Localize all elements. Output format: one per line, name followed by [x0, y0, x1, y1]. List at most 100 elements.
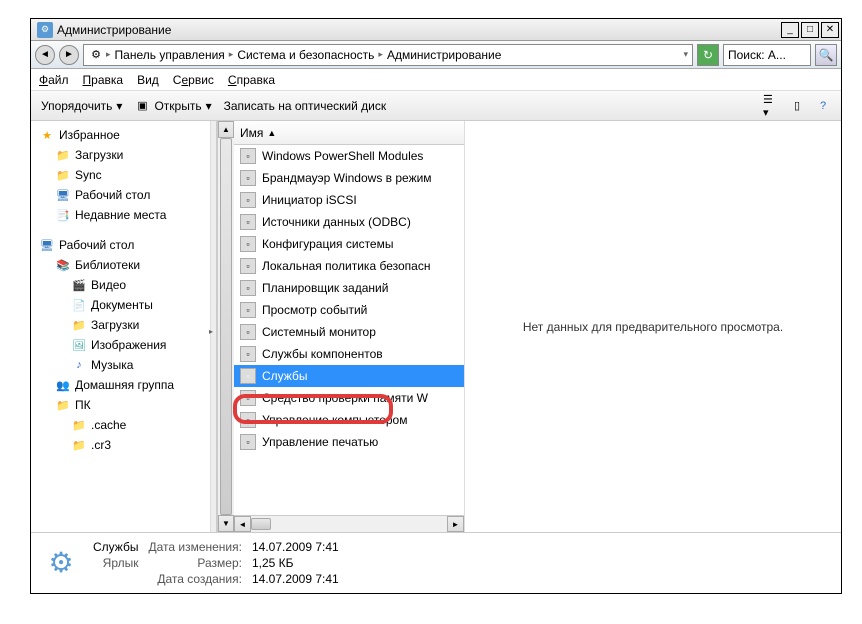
shortcut-icon: ▫: [240, 170, 256, 186]
column-header-name[interactable]: Имя ▲: [234, 121, 464, 145]
back-button[interactable]: ◄: [35, 45, 55, 65]
libraries-icon: 📚: [55, 257, 71, 273]
horizontal-scrollbar[interactable]: ◄ ►: [234, 515, 464, 532]
views-icon[interactable]: ☰ ▾: [763, 98, 779, 114]
sidebar-desktop-root[interactable]: 🖥Рабочий стол: [31, 235, 210, 255]
item-label: Службы: [262, 369, 307, 383]
sidebar-music[interactable]: ♪Музыка: [31, 355, 210, 375]
list-item[interactable]: ▫Инициатор iSCSI: [234, 189, 464, 211]
sidebar-pc[interactable]: 📁ПК: [31, 395, 210, 415]
scroll-down-icon[interactable]: ▼: [218, 515, 234, 532]
shortcut-icon: ▫: [240, 280, 256, 296]
menubar: Файл Правка Вид Сервис Справка: [31, 69, 841, 91]
breadcrumb-item[interactable]: Администрирование: [385, 48, 503, 62]
list-item[interactable]: ▫Управление компьютером: [234, 409, 464, 431]
open-button[interactable]: ▣Открыть ▾: [134, 98, 211, 114]
sidebar-desktop[interactable]: 🖥Рабочий стол: [31, 185, 210, 205]
hscroll-thumb[interactable]: [251, 518, 271, 530]
item-label: Просмотр событий: [262, 303, 367, 317]
created-value: 14.07.2009 7:41: [252, 572, 339, 586]
sidebar-pictures[interactable]: 🖼Изображения: [31, 335, 210, 355]
organize-button[interactable]: Упорядочить ▾: [41, 99, 122, 113]
pictures-icon: 🖼: [71, 337, 87, 353]
folder-icon: 📁: [55, 167, 71, 183]
forward-button[interactable]: ►: [59, 45, 79, 65]
maximize-button[interactable]: □: [801, 22, 819, 38]
toolbar: Упорядочить ▾ ▣Открыть ▾ Записать на опт…: [31, 91, 841, 121]
shortcut-icon: ▫: [240, 412, 256, 428]
list-item[interactable]: ▫ Просмотр событий: [234, 299, 464, 321]
sidebar-recent[interactable]: 📑Недавние места: [31, 205, 210, 225]
list-item[interactable]: ▫ Службы компонентов: [234, 343, 464, 365]
scroll-left-icon[interactable]: ◄: [234, 516, 251, 532]
sidebar-libraries[interactable]: 📚Библиотеки: [31, 255, 210, 275]
scroll-right-icon[interactable]: ►: [447, 516, 464, 532]
sidebar-videos[interactable]: 🎬Видео: [31, 275, 210, 295]
list-item[interactable]: ▫Брандмауэр Windows в режим: [234, 167, 464, 189]
list-item[interactable]: ▫Конфигурация системы: [234, 233, 464, 255]
shortcut-icon: ▫: [240, 148, 256, 164]
shortcut-icon: ▫: [240, 368, 256, 384]
list-item[interactable]: ▫Управление печатью: [234, 431, 464, 453]
preview-pane-icon[interactable]: ▯: [789, 98, 805, 114]
list-item[interactable]: ▫ Источники данных (ODBC): [234, 211, 464, 233]
menu-tools[interactable]: Сервис: [173, 73, 214, 87]
list-item[interactable]: ▫Средство проверки памяти W: [234, 387, 464, 409]
menu-edit[interactable]: Правка: [83, 73, 124, 87]
shortcut-icon: ▫: [240, 214, 256, 230]
list-item[interactable]: ▫Windows PowerShell Modules: [234, 145, 464, 167]
sidebar-sync[interactable]: 📁Sync: [31, 165, 210, 185]
sidebar-documents[interactable]: 📄Документы: [31, 295, 210, 315]
scroll-up-icon[interactable]: ▲: [218, 121, 234, 138]
sidebar-cr3[interactable]: 📁.cr3: [31, 435, 210, 455]
list-item[interactable]: ▫ Планировщик заданий: [234, 277, 464, 299]
modified-label: Дата изменения:: [148, 540, 242, 554]
burn-button[interactable]: Записать на оптический диск: [224, 99, 387, 113]
breadcrumb-item[interactable]: Система и безопасность: [235, 48, 376, 62]
search-button[interactable]: 🔍: [815, 44, 837, 66]
folder-icon: 📁: [71, 417, 87, 433]
sidebar-downloads[interactable]: 📁Загрузки: [31, 145, 210, 165]
sidebar-cache[interactable]: 📁.cache: [31, 415, 210, 435]
desktop-icon: 🖥: [55, 187, 71, 203]
breadcrumb[interactable]: ⚙ ▸ Панель управления ▸ Система и безопа…: [83, 44, 693, 66]
item-label: Управление печатью: [262, 435, 378, 449]
sidebar-favorites[interactable]: ★Избранное: [31, 125, 210, 145]
item-label: Системный монитор: [262, 325, 376, 339]
shortcut-icon: ▫: [240, 302, 256, 318]
star-icon: ★: [39, 127, 55, 143]
control-panel-icon: ⚙: [88, 47, 104, 63]
item-label: Инициатор iSCSI: [262, 193, 357, 207]
music-icon: ♪: [71, 357, 87, 373]
refresh-button[interactable]: ↻: [697, 44, 719, 66]
shortcut-icon: ▫: [240, 346, 256, 362]
list-item[interactable]: ▫Локальная политика безопасн: [234, 255, 464, 277]
menu-help[interactable]: Справка: [228, 73, 275, 87]
nav-pane: ★Избранное 📁Загрузки 📁Sync 🖥Рабочий стол…: [31, 121, 211, 532]
titlebar[interactable]: ⚙ Администрирование _ □ ✕: [31, 19, 841, 41]
explorer-window: ⚙ Администрирование _ □ ✕ ◄ ► ⚙ ▸ Панель…: [30, 18, 842, 594]
scroll-thumb[interactable]: [220, 138, 232, 515]
item-label: Источники данных (ODBC): [262, 215, 411, 229]
list-item[interactable]: ▫ Службы: [234, 365, 464, 387]
sidebar-homegroup[interactable]: 👥Домашняя группа: [31, 375, 210, 395]
breadcrumb-item[interactable]: Панель управления: [113, 48, 227, 62]
item-label: Службы компонентов: [262, 347, 383, 361]
search-input[interactable]: Поиск: А...: [723, 44, 811, 66]
help-icon[interactable]: ?: [815, 98, 831, 114]
folder-icon: 📁: [71, 317, 87, 333]
minimize-button[interactable]: _: [781, 22, 799, 38]
menu-file[interactable]: Файл: [39, 73, 69, 87]
sidebar-downloads2[interactable]: 📁Загрузки: [31, 315, 210, 335]
app-icon: ⚙: [37, 22, 53, 38]
sidebar-scrollbar[interactable]: ▲ ▼: [217, 121, 234, 532]
folder-icon: 📁: [55, 397, 71, 413]
list-item[interactable]: ▫Системный монитор: [234, 321, 464, 343]
menu-view[interactable]: Вид: [137, 73, 159, 87]
close-button[interactable]: ✕: [821, 22, 839, 38]
file-list: Имя ▲ ▫Windows PowerShell Modules▫Брандм…: [234, 121, 464, 532]
folder-icon: 📁: [55, 147, 71, 163]
size-value: 1,25 КБ: [252, 556, 339, 570]
item-label: Планировщик заданий: [262, 281, 388, 295]
type-label: Ярлык: [93, 556, 138, 570]
